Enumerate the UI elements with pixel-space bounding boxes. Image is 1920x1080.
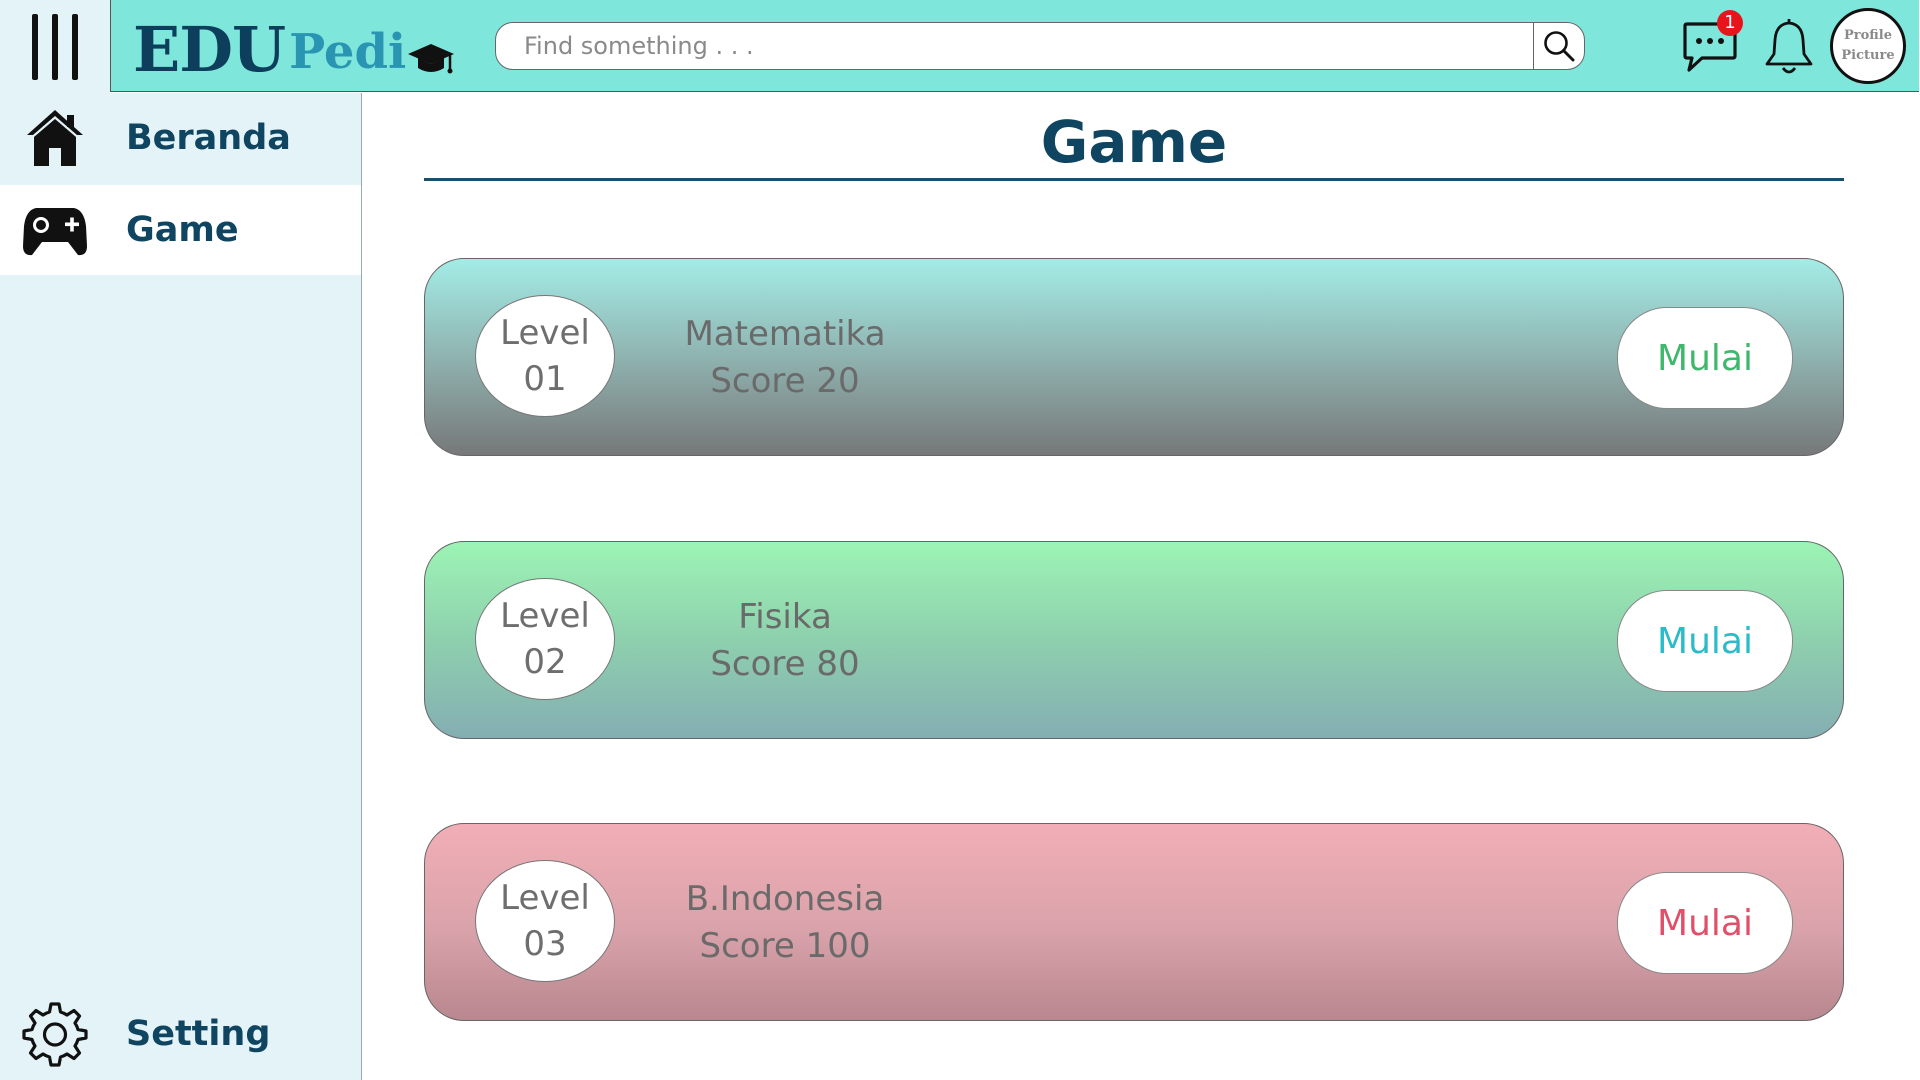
game-info: Matematika Score 20 (645, 311, 925, 405)
subject-name: Fisika (738, 597, 832, 637)
game-card: Level 03 B.Indonesia Score 100 Mulai (424, 823, 1844, 1021)
sidebar-item-label: Game (126, 210, 239, 250)
level-number: 02 (523, 642, 567, 682)
title-divider (424, 178, 1844, 181)
menu-bar-icon (52, 13, 58, 80)
start-button[interactable]: Mulai (1617, 590, 1793, 692)
profile-avatar[interactable]: Profile Picture (1830, 8, 1906, 84)
start-button[interactable]: Mulai (1617, 872, 1793, 974)
notification-badge: 1 (1717, 10, 1743, 36)
level-number: 01 (523, 359, 567, 399)
search-button[interactable] (1533, 23, 1584, 69)
game-info: B.Indonesia Score 100 (645, 876, 925, 970)
app-logo[interactable]: EDU Pedi (133, 6, 455, 86)
sidebar: Beranda Game Setting (0, 93, 362, 1080)
level-label: Level (500, 878, 590, 918)
graduation-cap-icon (408, 44, 455, 74)
game-card: Level 02 Fisika Score 80 Mulai (424, 541, 1844, 739)
game-card: Level 01 Matematika Score 20 Mulai (424, 258, 1844, 456)
score-text: Score 100 (699, 926, 871, 966)
game-info: Fisika Score 80 (645, 594, 925, 688)
sidebar-item-game[interactable]: Game (0, 185, 361, 275)
level-badge: Level 01 (475, 295, 615, 417)
logo-main-text: EDU (133, 13, 286, 86)
level-label: Level (500, 596, 590, 636)
avatar-text-1: Profile (1844, 28, 1892, 43)
menu-bar-icon (72, 13, 78, 80)
level-badge: Level 03 (475, 860, 615, 982)
level-label: Level (500, 313, 590, 353)
logo-sub-text: Pedi (289, 24, 407, 80)
sidebar-item-label: Beranda (126, 118, 291, 158)
subject-name: Matematika (684, 314, 886, 354)
sidebar-item-setting[interactable]: Setting (0, 989, 361, 1079)
score-text: Score 80 (710, 644, 860, 684)
hamburger-menu-button[interactable] (0, 0, 110, 93)
bell-icon[interactable] (1762, 18, 1816, 78)
menu-bar-icon (32, 13, 38, 80)
search-icon (1544, 31, 1575, 62)
level-badge: Level 02 (475, 578, 615, 700)
gamepad-icon (23, 208, 87, 256)
sidebar-item-beranda[interactable]: Beranda (0, 93, 361, 183)
gear-icon (22, 1002, 88, 1067)
home-icon (27, 110, 83, 166)
start-button[interactable]: Mulai (1617, 307, 1793, 409)
search-input[interactable] (496, 23, 1536, 69)
page-title: Game (1040, 108, 1228, 176)
score-text: Score 20 (710, 361, 860, 401)
level-number: 03 (523, 924, 567, 964)
subject-name: B.Indonesia (685, 879, 885, 919)
sidebar-item-label: Setting (126, 1014, 271, 1054)
search-bar (495, 22, 1585, 70)
avatar-text-2: Picture (1841, 48, 1895, 63)
